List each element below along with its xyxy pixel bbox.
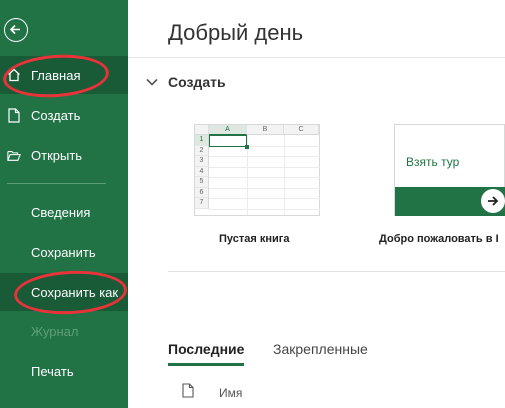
tour-text: Взять тур <box>406 155 460 169</box>
grid-line <box>284 135 285 215</box>
column-header: B <box>247 125 284 135</box>
sidebar-item-history: Журнал <box>0 312 128 350</box>
row-header: 2 <box>195 145 209 156</box>
section-title: Создать <box>168 74 226 90</box>
new-doc-icon <box>7 107 21 123</box>
row-header: 5 <box>195 177 209 188</box>
sidebar-item-label: Главная <box>31 67 81 83</box>
back-arrow-icon <box>9 24 20 35</box>
folder-open-icon <box>7 147 21 163</box>
sidebar-item-label: Открыть <box>31 147 83 163</box>
grid-line <box>209 208 320 210</box>
grid-line <box>209 156 320 157</box>
grid-line <box>209 198 320 199</box>
sidebar-item-save[interactable]: Сохранить <box>0 233 128 271</box>
create-section-toggle[interactable]: Создать <box>145 74 226 90</box>
template-label[interactable]: Добро пожаловать в I <box>379 233 499 245</box>
arrow-right-icon <box>481 189 505 213</box>
backstage-sidebar: Главная Создать Открыть Сведения Сохрани… <box>0 0 128 408</box>
column-header: A <box>209 125 247 135</box>
sidebar-item-info[interactable]: Сведения <box>0 193 128 231</box>
sidebar-item-open[interactable]: Открыть <box>0 136 128 174</box>
blank-workbook-template[interactable]: A B C 1 2 3 4 5 6 7 <box>194 124 320 216</box>
sidebar-item-label: Журнал <box>31 323 79 339</box>
sidebar-item-label: Создать <box>31 107 81 123</box>
section-divider <box>168 271 505 272</box>
row-header: 1 <box>195 135 209 146</box>
back-button[interactable] <box>4 18 28 42</box>
sidebar-item-label: Сохранить <box>31 244 96 260</box>
tab-pinned[interactable]: Закрепленные <box>273 341 368 357</box>
page-title: Добрый день <box>168 20 304 45</box>
grid-line <box>209 187 320 189</box>
row-header: 7 <box>195 198 209 209</box>
sidebar-divider <box>7 183 106 184</box>
sidebar-item-label: Сведения <box>31 204 91 220</box>
fill-handle <box>245 145 249 149</box>
grid-line <box>209 166 320 168</box>
sidebar-item-print[interactable]: Печать <box>0 352 128 390</box>
template-label[interactable]: Пустая книга <box>219 233 289 245</box>
home-icon <box>7 67 21 83</box>
sidebar-item-home[interactable]: Главная <box>0 56 128 94</box>
header-divider <box>128 57 505 58</box>
name-column-header[interactable]: Имя <box>219 386 242 400</box>
sidebar-item-label: Печать <box>31 363 74 379</box>
welcome-tour-template[interactable]: Взять тур <box>394 124 505 216</box>
sidebar-item-save-as[interactable]: Сохранить как <box>0 273 128 311</box>
active-cell <box>209 135 247 147</box>
row-header: 4 <box>195 166 209 177</box>
sidebar-item-new[interactable]: Создать <box>0 96 128 134</box>
row-header: 6 <box>195 187 209 198</box>
tab-recent[interactable]: Последние <box>168 341 245 366</box>
chevron-down-icon <box>146 78 158 86</box>
row-header: 3 <box>195 156 209 167</box>
column-header: C <box>284 125 319 135</box>
grid-corner <box>195 125 209 135</box>
sidebar-item-label: Сохранить как <box>31 284 119 300</box>
grid-line <box>209 177 320 178</box>
file-type-icon <box>182 383 194 398</box>
